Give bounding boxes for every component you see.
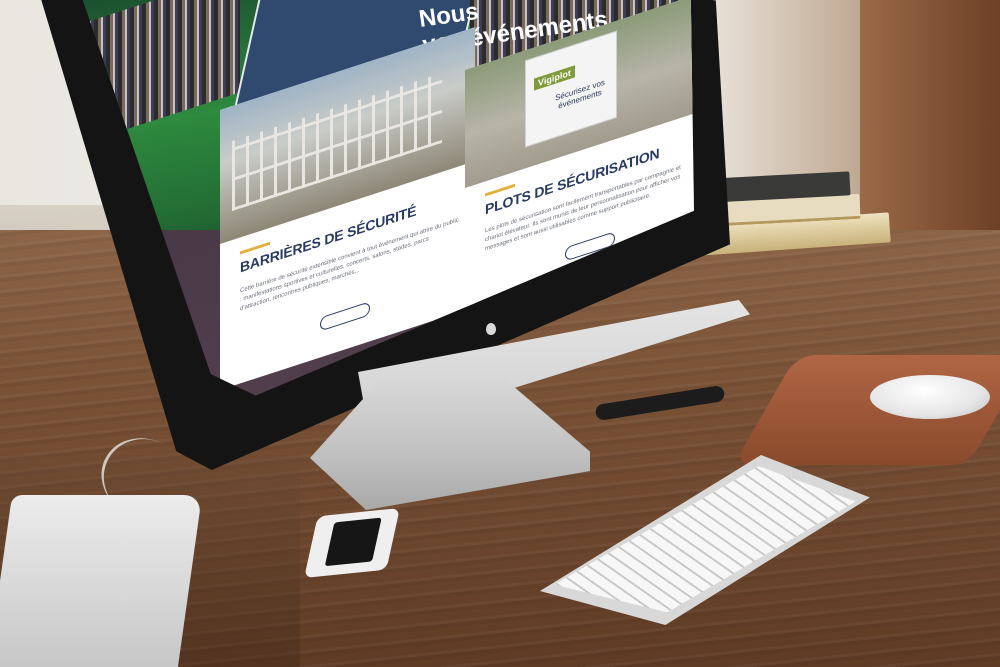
laptop <box>0 495 203 667</box>
phone-screen <box>324 517 382 567</box>
magic-mouse <box>870 375 990 419</box>
card-more-button[interactable] <box>320 301 370 332</box>
photo-scene: Nous vos événements BARRIÈRES DE SÉCURIT… <box>0 0 1000 667</box>
plot-logo: Vigiplot <box>534 65 575 91</box>
apple-logo-icon <box>486 323 496 335</box>
security-block: Vigiplot Sécurisez vos événements <box>525 30 617 148</box>
